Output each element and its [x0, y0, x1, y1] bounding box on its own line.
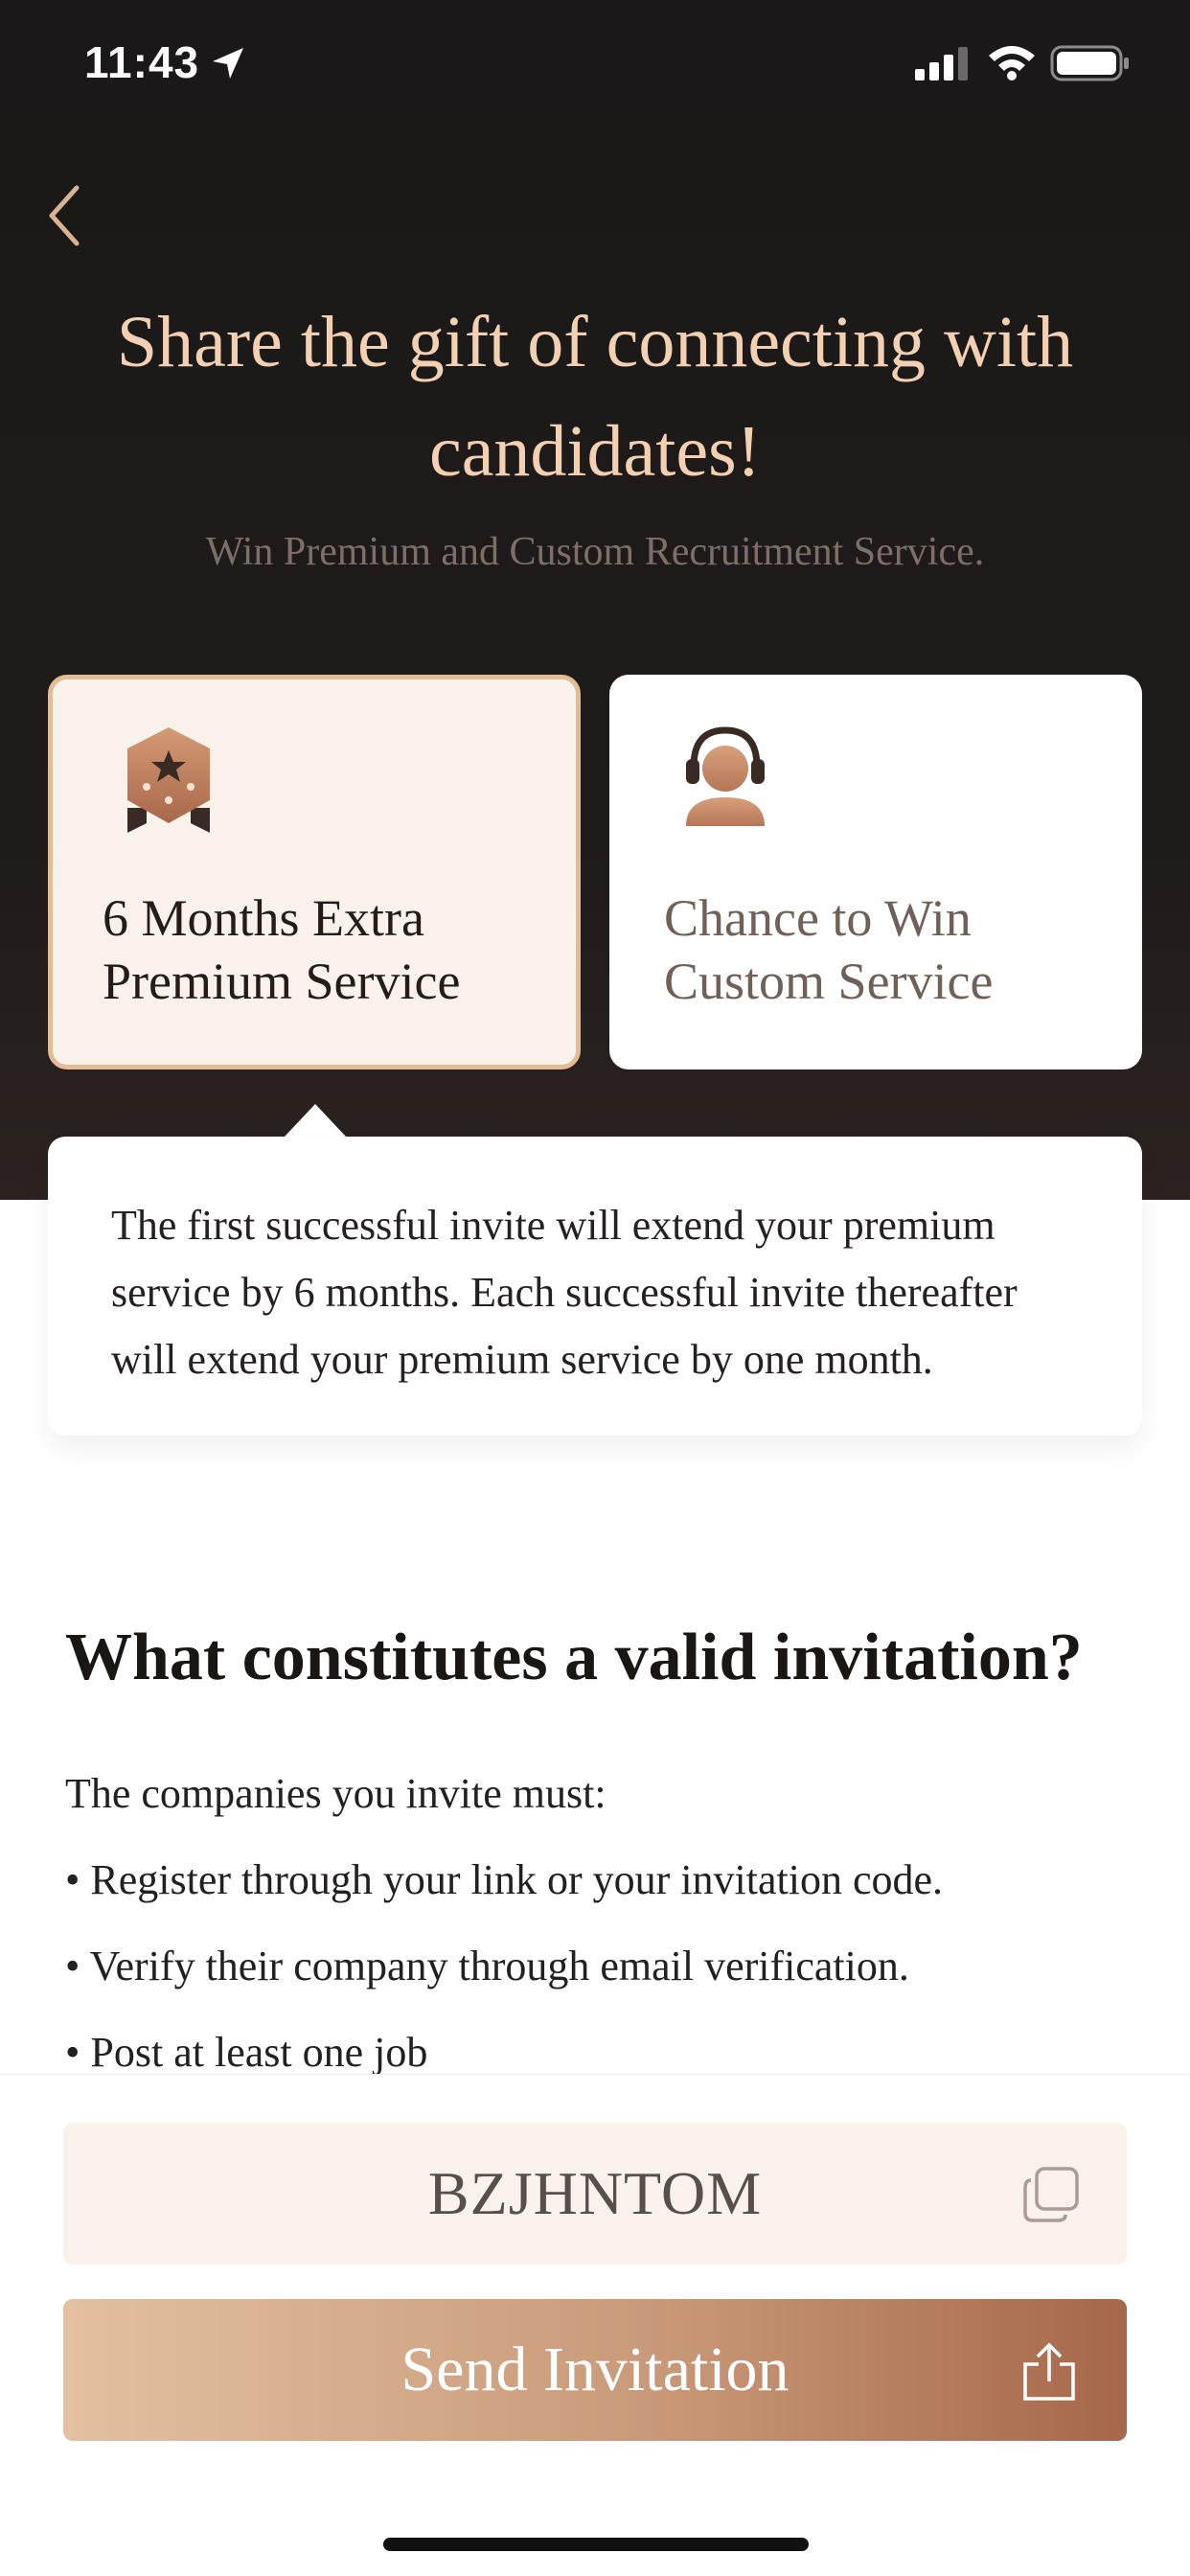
list-item: • Register through your link or your inv…: [65, 1856, 944, 1903]
back-button[interactable]: [38, 172, 96, 259]
premium-badge-icon: [127, 727, 210, 833]
customer-service-headset-icon: [686, 726, 765, 826]
reward-card-premium[interactable]: 6 Months Extra Premium Service: [48, 675, 581, 1070]
status-time: 11:43: [84, 37, 200, 87]
battery-icon: [1050, 45, 1129, 81]
list-item: • Verify their company through email ver…: [65, 1943, 909, 1990]
reward-card-custom[interactable]: Chance to Win Custom Service: [609, 675, 1142, 1070]
detail-pointer: [285, 1104, 346, 1137]
chevron-left-icon: [49, 185, 80, 246]
reward-card-label: 6 Months Extra Premium Service: [103, 889, 461, 1010]
invitation-code-box[interactable]: BZJHNTOM: [63, 2123, 1127, 2265]
validity-section-title: What constitutes a valid invitation?: [65, 1621, 1083, 1694]
home-indicator[interactable]: [383, 2538, 809, 2551]
validity-rules: The companies you invite must: • Registe…: [65, 1765, 1138, 2110]
share-icon: [1023, 2342, 1075, 2401]
send-invitation-label: Send Invitation: [400, 2334, 790, 2404]
page-title: Share the gift of connecting with candid…: [116, 302, 1074, 492]
wifi-icon: [989, 46, 1035, 80]
reward-card-label: Chance to Win Custom Service: [664, 889, 994, 1010]
reward-detail-box: The first successful invite will extend …: [48, 1137, 1142, 1436]
copy-icon[interactable]: [1021, 2165, 1081, 2224]
validity-intro: The companies you invite must:: [65, 1770, 606, 1817]
send-invitation-button[interactable]: Send Invitation: [63, 2299, 1127, 2441]
location-arrow-icon: [213, 48, 243, 79]
status-bar: 11:43: [0, 0, 1190, 129]
cellular-signal-icon: [915, 47, 968, 80]
reward-detail-text: The first successful invite will extend …: [111, 1202, 1018, 1383]
invite-panel: BZJHNTOM Send Invitation: [0, 2074, 1190, 2576]
invitation-code: BZJHNTOM: [427, 2159, 763, 2227]
page-subtitle: Win Premium and Custom Recruitment Servi…: [205, 530, 985, 574]
